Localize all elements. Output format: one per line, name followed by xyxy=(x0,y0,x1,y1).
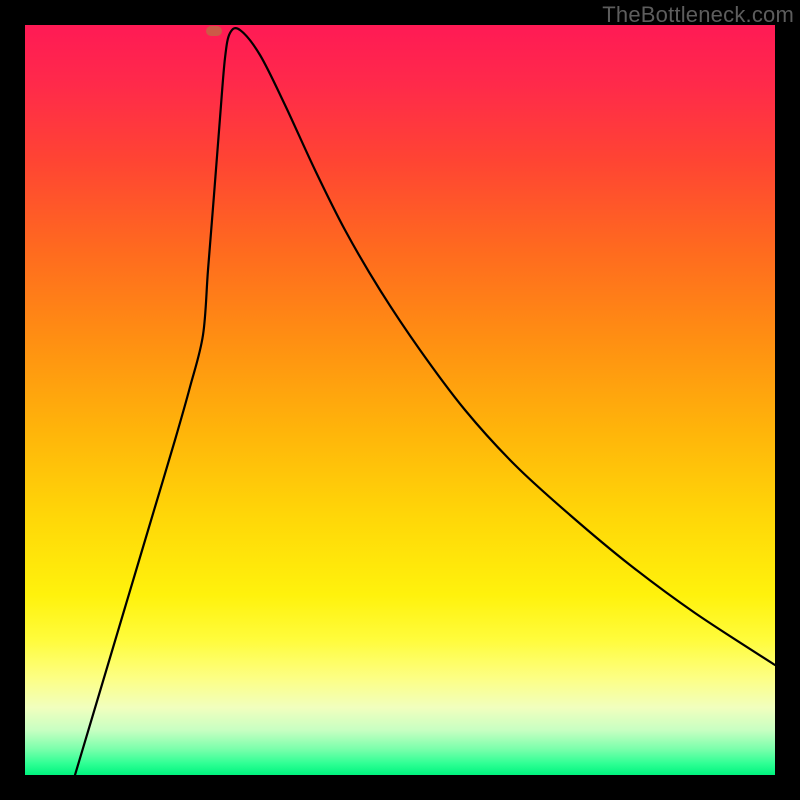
bottleneck-curve xyxy=(75,28,775,775)
plot-area xyxy=(25,25,775,775)
chart-frame: TheBottleneck.com xyxy=(0,0,800,800)
curve-layer xyxy=(25,25,775,775)
optimum-marker xyxy=(206,26,222,36)
watermark-text: TheBottleneck.com xyxy=(602,2,794,28)
